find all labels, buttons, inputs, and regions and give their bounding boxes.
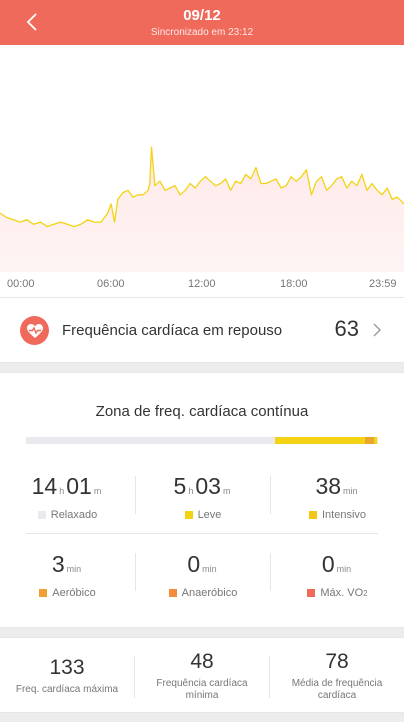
summary-value: 48 [190,650,214,673]
x-tick-label: 18:00 [280,278,308,290]
summary-label: Média de frequência cardíaca [291,678,383,701]
zone-color-swatch [184,511,193,519]
resting-heart-rate-label: Frequência cardíaca em repouso [62,322,283,339]
heart-rate-chart-svg [0,146,404,272]
divider [26,533,378,534]
zone-color-swatch [307,589,316,597]
stat-label: Anaeróbico [181,587,238,599]
heart-rate-summary: 133 Freq. cardíaca máxima 48 Frequência … [0,637,404,713]
zone-stat-vo2max: 0 min Máx. VO 2 [271,551,404,599]
top-bar: 09/12 Sincronizado em 23:12 [0,0,404,45]
divider [270,553,271,591]
heart-rate-chart[interactable] [0,45,404,297]
zone-bar-segment [26,437,276,444]
x-tick-label: 00:00 [7,278,35,290]
sync-status: Sincronizado em 23:12 [150,27,254,38]
zone-stat-aerobic: 3 min Aeróbico [0,551,135,599]
time-axis: 00:00 06:00 12:00 18:00 23:59 [0,272,404,296]
stat-minutes: 01 [66,473,92,499]
x-tick-label: 12:00 [188,278,216,290]
stat-label: Máx. VO [320,587,364,599]
summary-max: 133 Freq. cardíaca máxima [0,638,134,696]
x-tick-label: 23:59 [369,278,397,290]
resting-heart-rate-value: 63 [334,316,359,341]
zone-color-swatch [168,589,177,597]
stat-label: Leve [197,509,222,521]
zone-bar-segment [373,437,378,444]
resting-heart-rate-row[interactable]: Frequência cardíaca em repouso 63 [0,297,404,363]
page-title: 09/12 [183,7,221,24]
divider [269,656,270,698]
zone-distribution-bar [26,437,378,444]
stat-unit: min [202,564,217,574]
stat-unit: min [343,486,358,496]
heart-rate-icon [20,316,49,345]
zone-stat-relaxed: 14 h01 m Relaxado [0,473,135,521]
stat-minutes-unit: m [222,486,231,496]
chevron-right-icon [370,318,384,342]
stat-minutes: 03 [195,473,221,499]
zone-bar-segment [364,437,374,444]
summary-value: 78 [325,650,349,673]
zone-stat-light: 5 h03 m Leve [136,473,270,521]
stat-hours-unit: h [188,486,194,496]
stat-unit: min [336,564,352,574]
summary-avg: 78 Média de frequência cardíaca [270,638,404,702]
divider [134,656,135,698]
stat-hours: 5 [173,473,187,499]
divider [270,476,271,514]
zone-color-swatch [37,511,46,519]
stat-value: 3 [51,551,65,577]
summary-min: 48 Frequência cardíaca mínima [135,638,269,702]
stat-label: Aeróbico [52,587,96,599]
zone-stat-anaerobic: 0 min Anaeróbico [136,551,270,599]
divider [135,476,136,514]
zone-color-swatch [308,511,317,519]
stat-unit: min [66,564,82,574]
zone-bar-segment [275,437,365,444]
summary-label: Freq. cardíaca máxima [15,684,119,695]
stat-hours: 14 [31,473,58,499]
summary-label: Frequência cardíaca mínima [156,678,248,701]
heart-rate-zone-card: Zona de freq. cardíaca contínua 14 h01 m R… [0,372,404,628]
stat-value: 0 [321,551,335,577]
x-tick-label: 06:00 [97,278,125,290]
summary-value: 133 [49,656,85,679]
heart-rate-area [0,147,404,272]
zone-title: Zona de freq. cardíaca contínua [95,403,309,420]
stat-minutes-unit: m [93,486,102,496]
stat-value: 38 [315,473,342,499]
zone-stat-intensive: 38 min Intensivo [271,473,404,521]
stat-label-subscript: 2 [363,588,368,598]
stat-label: Intensivo [321,509,367,521]
stat-value: 0 [187,551,201,577]
zone-color-swatch [39,589,48,597]
stat-hours-unit: h [59,486,65,496]
stat-label: Relaxado [50,509,98,521]
divider [135,553,136,591]
